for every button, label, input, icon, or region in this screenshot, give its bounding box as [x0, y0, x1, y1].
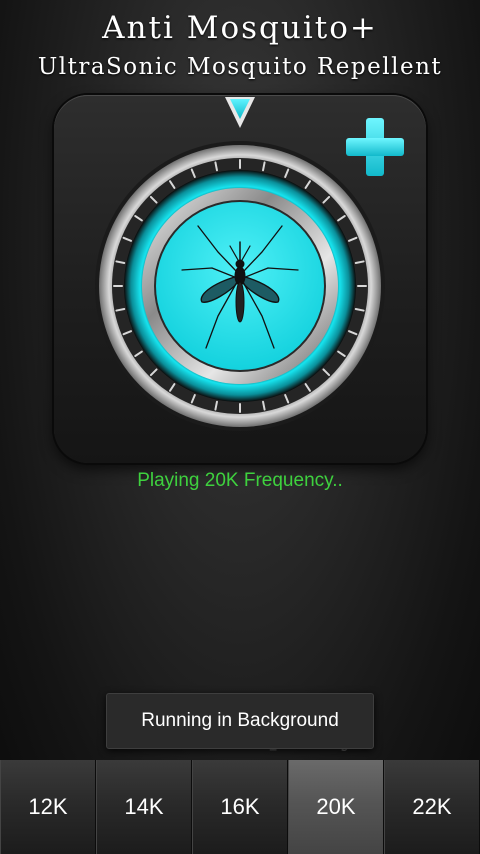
- toast-message: Running in Background: [141, 710, 339, 731]
- frequency-button-16k[interactable]: 16K: [192, 760, 288, 854]
- frequency-dial[interactable]: [94, 140, 386, 432]
- background-toast: Running in Background: [106, 693, 374, 749]
- app-subtitle: UltraSonic Mosquito Repellent: [37, 54, 443, 80]
- frequency-selector: 12K 14K 16K 20K 22K: [0, 760, 480, 854]
- frequency-button-22k[interactable]: 22K: [384, 760, 480, 854]
- frequency-button-14k[interactable]: 14K: [96, 760, 192, 854]
- app-title: Anti Mosquito+: [102, 10, 378, 46]
- frequency-button-12k[interactable]: 12K: [0, 760, 96, 854]
- triangle-down-icon: [225, 97, 255, 128]
- frequency-button-20k[interactable]: 20K: [288, 760, 384, 854]
- playing-status: Playing 20K Frequency..: [137, 470, 343, 491]
